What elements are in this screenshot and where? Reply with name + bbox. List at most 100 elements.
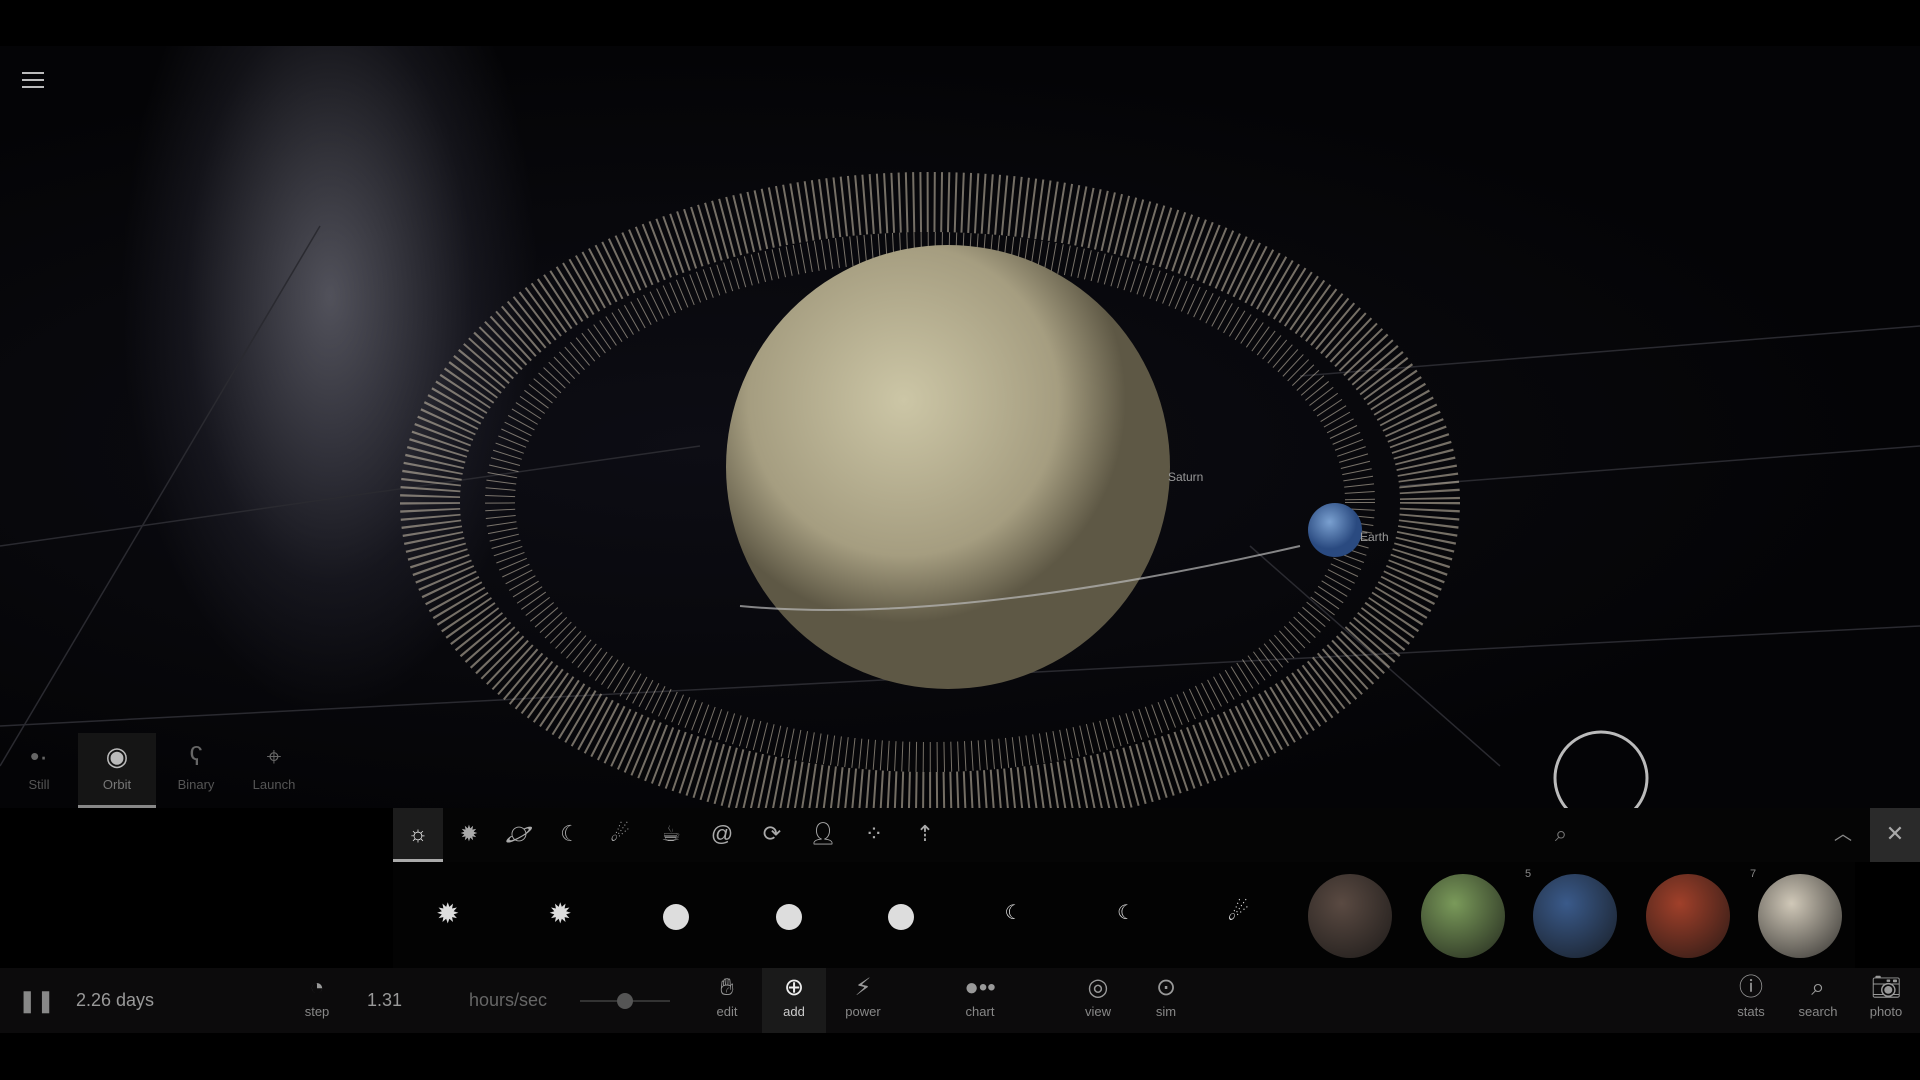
pause-button[interactable]: ❚❚: [18, 968, 55, 1033]
rate-slider[interactable]: [580, 993, 670, 1009]
category-launch[interactable]: ⇡: [900, 808, 950, 862]
sim-button[interactable]: ⊙ sim: [1141, 968, 1191, 1033]
palette-item-comet[interactable]: ☄: [1188, 862, 1288, 968]
collapse-button[interactable]: ︿: [1818, 808, 1868, 862]
eye-icon: ◎: [1087, 974, 1109, 1001]
white-dwarf-icon: [663, 904, 689, 930]
launch-icon: ⌖: [266, 741, 282, 771]
plus-circle-icon: ⊕: [783, 974, 805, 1001]
search-button[interactable]: ⌕ search: [1793, 968, 1843, 1033]
add-label: add: [783, 1004, 805, 1019]
clock-icon: ◔: [309, 974, 325, 1001]
stats-label: stats: [1737, 1004, 1765, 1019]
palette-search-button[interactable]: ⌕: [1536, 808, 1586, 862]
stats-button[interactable]: ⓘ stats: [1726, 968, 1776, 1033]
palette-item-planet[interactable]: [1300, 862, 1400, 968]
palette-item-planet[interactable]: [1413, 862, 1513, 968]
moon-icon: ☾: [1117, 902, 1135, 924]
category-galaxy[interactable]: @: [697, 808, 747, 862]
rate-slider-knob[interactable]: [617, 993, 633, 1009]
mode-binary[interactable]: ʕ Binary: [157, 733, 235, 808]
palette-badge: 7: [1750, 868, 1757, 880]
photo-label: photo: [1869, 1004, 1903, 1019]
palette-item-white-dwarf[interactable]: [738, 862, 838, 968]
orbit-icon: ◉: [105, 741, 129, 771]
category-sun-planet[interactable]: ☼: [393, 808, 443, 862]
earth-planet: [1308, 503, 1362, 557]
palette-item-moon[interactable]: ☾: [963, 862, 1063, 968]
earth-label: Earth: [1360, 530, 1389, 544]
step-label: step: [304, 1004, 330, 1019]
palette-item-star[interactable]: ✹: [513, 862, 613, 968]
palette-item-planet[interactable]: 5: [1525, 862, 1625, 968]
object-palette: ✹ ✹ ☾ ☾ ☄ 5 7: [393, 862, 1855, 968]
rate-value: 1.31: [367, 990, 403, 1010]
binary-icon: ʕ: [189, 741, 203, 771]
search-icon: ⌕: [1554, 821, 1568, 846]
teapot-icon: ☕︎: [661, 821, 681, 846]
palette-item-white-dwarf[interactable]: [850, 862, 950, 968]
mode-orbit[interactable]: ◉ Orbit: [78, 733, 156, 808]
category-person[interactable]: 👤︎: [798, 808, 848, 862]
close-button[interactable]: ✕: [1870, 808, 1920, 862]
palette-item-planet[interactable]: [1638, 862, 1738, 968]
planet-thumbnail: [1420, 874, 1505, 958]
galaxy-icon: @: [710, 821, 734, 846]
category-planet[interactable]: 🪐︎: [494, 808, 544, 862]
close-icon: ✕: [1885, 821, 1905, 846]
bottom-toolbar: ❚❚ 2.26 days ◔ step 1.31 hours/sec ✋︎ edit…: [0, 968, 1920, 1033]
category-ring-dots[interactable]: ⁘: [849, 808, 899, 862]
sim-label: sim: [1155, 1004, 1177, 1019]
camera-icon: 📷︎: [1870, 974, 1902, 1001]
sun-planet-icon: ☼: [407, 821, 429, 846]
step-button[interactable]: ◔ step: [292, 968, 342, 1033]
simulation-viewport[interactable]: Saturn Earth: [0, 46, 1920, 808]
category-star[interactable]: ✹: [444, 808, 494, 862]
chart-button[interactable]: ●•• chart: [955, 968, 1005, 1033]
palette-item-moon[interactable]: ☾: [1075, 862, 1175, 968]
star-icon: ✹: [548, 898, 572, 929]
palette-item-white-dwarf[interactable]: [625, 862, 725, 968]
moon-icon: ☾: [560, 821, 580, 846]
orbit-scene: [0, 172, 1920, 808]
edit-label: edit: [716, 1004, 738, 1019]
star-icon: ✹: [459, 821, 479, 846]
rate-unit: hours/sec: [469, 990, 548, 1010]
planet-thumbnail: [1758, 874, 1842, 958]
photo-button[interactable]: 📷︎ photo: [1861, 968, 1911, 1033]
mode-launch[interactable]: ⌖ Launch: [235, 733, 313, 808]
view-button[interactable]: ◎ view: [1073, 968, 1123, 1033]
add-button[interactable]: ⊕ add: [762, 968, 826, 1033]
mode-label: Orbit: [102, 777, 132, 792]
edit-button[interactable]: ✋︎ edit: [702, 968, 752, 1033]
palette-item-star[interactable]: ✹: [400, 862, 500, 968]
sim-icon: ⊙: [1155, 974, 1177, 1001]
power-button[interactable]: ⚡︎ power: [838, 968, 888, 1033]
category-moon[interactable]: ☾: [545, 808, 595, 862]
pause-icon: ❚❚: [18, 988, 55, 1013]
palette-item-planet[interactable]: 7: [1750, 862, 1850, 968]
white-dwarf-icon: [775, 904, 802, 930]
saturn-label: Saturn: [1168, 470, 1204, 484]
menu-button[interactable]: [22, 72, 44, 90]
still-icon: •·: [30, 741, 48, 771]
chart-label: chart: [965, 1004, 995, 1019]
planet-thumbnail: [1533, 874, 1617, 958]
mode-still[interactable]: •· Still: [0, 733, 78, 808]
power-label: power: [845, 1004, 881, 1019]
mode-label: Launch: [252, 777, 296, 792]
mode-label: Binary: [177, 777, 215, 792]
comet-icon: ☄: [1227, 899, 1250, 926]
target-reticle: [1553, 730, 1649, 808]
search-icon: ⌕: [1811, 974, 1825, 1001]
lightning-icon: ⚡︎: [854, 974, 872, 1001]
category-comet[interactable]: ☄: [595, 808, 645, 862]
category-black-hole[interactable]: ⟳: [747, 808, 797, 862]
planet-thumbnail: [1308, 874, 1392, 958]
launch-arrow-icon: ⇡: [915, 821, 935, 846]
person-icon: 👤︎: [809, 821, 837, 846]
category-teapot[interactable]: ☕︎: [646, 808, 696, 862]
palette-badge: 5: [1525, 868, 1532, 880]
planet-ring-icon: 🪐︎: [505, 821, 533, 846]
star-icon: ✹: [436, 898, 460, 929]
